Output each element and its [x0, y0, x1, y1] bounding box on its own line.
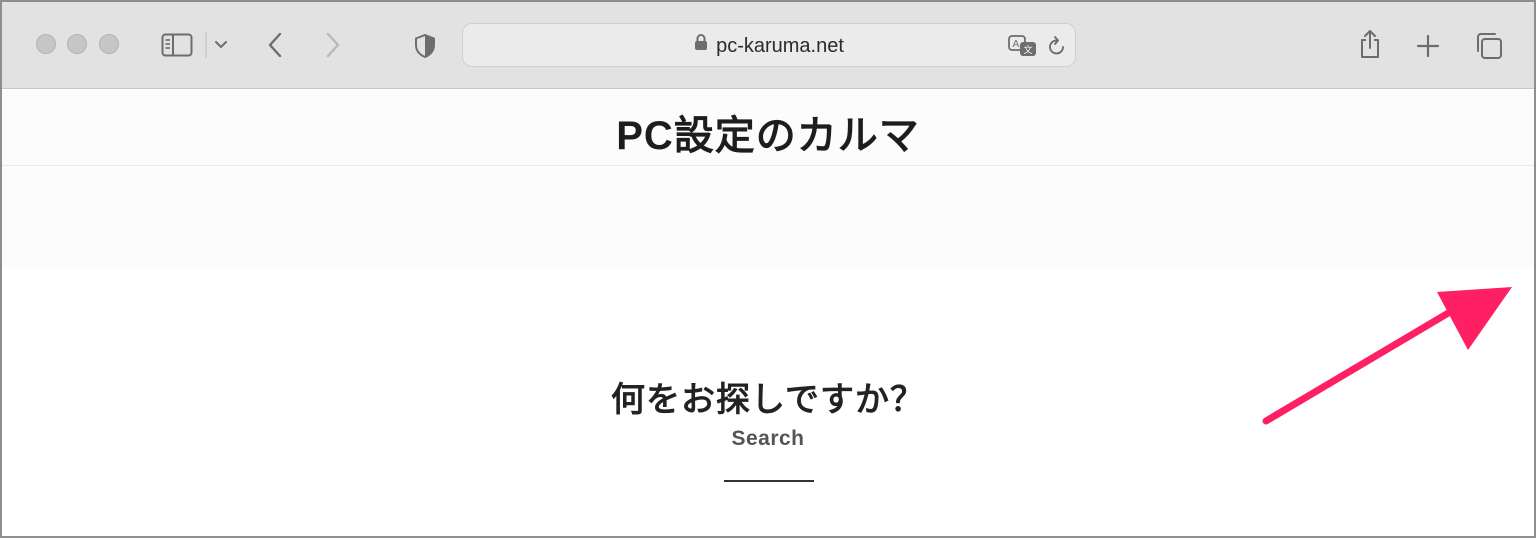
traffic-light-close-icon[interactable] — [36, 34, 56, 54]
chevron-down-icon[interactable] — [212, 36, 230, 54]
site-title-link[interactable]: PC設定のカルマ — [2, 103, 1534, 161]
toolbar-divider — [205, 32, 207, 58]
plus-icon[interactable] — [1414, 32, 1442, 60]
svg-text:A: A — [1013, 39, 1020, 50]
chevron-right-icon[interactable] — [322, 30, 344, 60]
traffic-light-zoom-icon[interactable] — [99, 34, 119, 54]
header-band — [2, 166, 1534, 268]
shield-icon[interactable] — [412, 31, 438, 61]
search-divider — [724, 480, 814, 482]
tab-overview-icon[interactable] — [1473, 30, 1505, 62]
site-header: PC設定のカルマ — [2, 89, 1534, 166]
search-subheading: Search — [731, 427, 805, 450]
chevron-left-icon[interactable] — [264, 30, 286, 60]
sidebar-icon[interactable] — [160, 31, 194, 59]
lock-icon — [694, 23, 708, 67]
search-heading: 何をお探しですか？ — [611, 381, 925, 419]
url: pc-karuma.net — [716, 35, 844, 57]
browser-window: pc-karuma.net A文 PC設定のカルマ 何をお探しですか？ Sear… — [0, 0, 1536, 538]
address-bar[interactable]: pc-karuma.net A文 — [462, 23, 1076, 67]
reload-icon[interactable] — [1045, 34, 1069, 58]
translate-icon[interactable]: A文 — [1007, 33, 1039, 59]
browser-toolbar: pc-karuma.net A文 — [2, 2, 1534, 89]
address-bar-text[interactable]: pc-karuma.net — [463, 24, 1075, 68]
svg-text:文: 文 — [1024, 44, 1033, 56]
share-icon[interactable] — [1355, 26, 1385, 62]
traffic-light-minimize-icon[interactable] — [67, 34, 87, 54]
